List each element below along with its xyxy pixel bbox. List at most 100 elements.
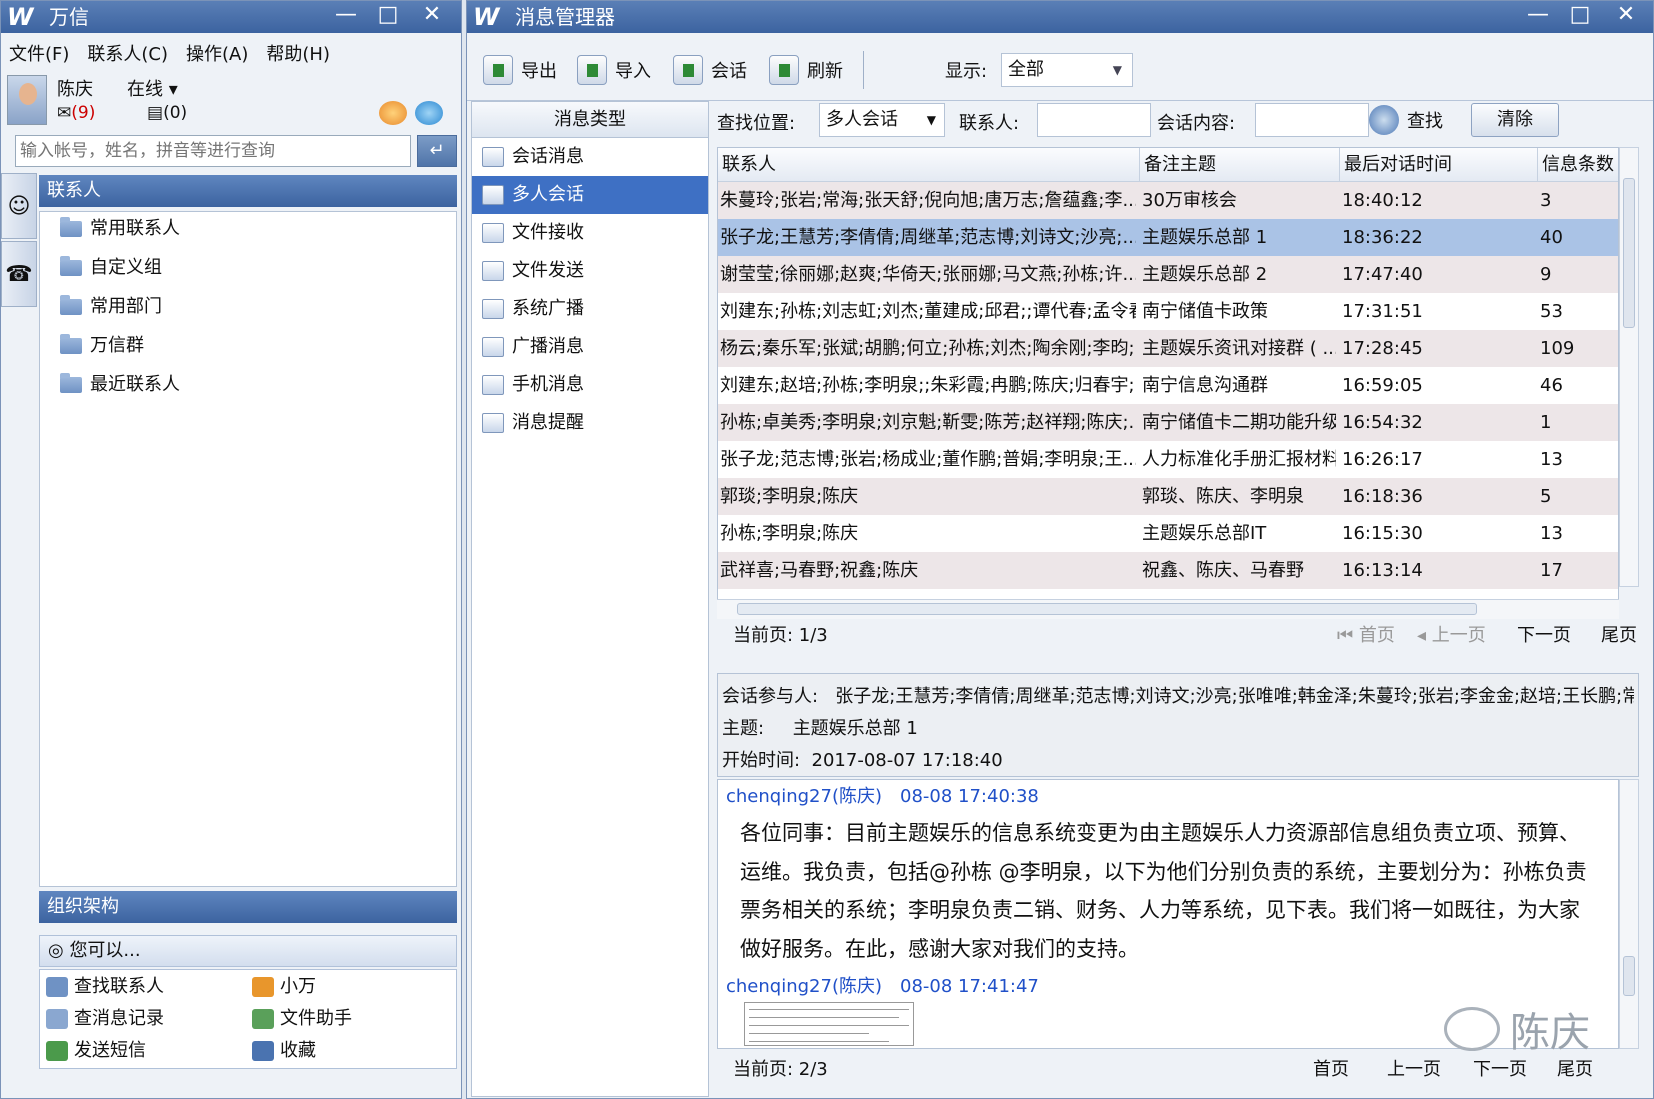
- you-can-header[interactable]: ◎ 您可以...: [39, 935, 457, 967]
- scroll-thumb[interactable]: [1623, 178, 1635, 328]
- location-select[interactable]: 多人会话 ▼: [819, 103, 945, 137]
- last-page-link[interactable]: 尾页: [1601, 621, 1637, 651]
- table-row[interactable]: 武祥喜;马春野;祝鑫;陈庆 祝鑫、陈庆、马春野 16:13:14 17: [718, 552, 1618, 589]
- type-item[interactable]: 文件接收: [472, 214, 708, 252]
- first-page-label: 首页: [1358, 625, 1395, 646]
- close-icon[interactable]: ✕: [413, 1, 451, 31]
- chat-vertical-scrollbar[interactable]: [1619, 779, 1639, 1049]
- type-item[interactable]: 系统广播: [472, 290, 708, 328]
- phone-tab-icon[interactable]: ☎: [1, 241, 37, 307]
- message-manager-window: W 消息管理器 — □ ✕ 导出 导入 会话 刷新 显示: 全部 ▼ 消息类型 会…: [466, 0, 1654, 1099]
- folder-icon: [60, 256, 82, 276]
- favorites-label: 收藏: [280, 1040, 316, 1061]
- cell-count: 53: [1540, 301, 1563, 322]
- col-last-time[interactable]: 最后对话时间: [1340, 148, 1538, 182]
- mail-count[interactable]: ✉(9): [57, 103, 95, 123]
- table-row[interactable]: 郭琰;李明泉;陈庆 郭琰、陈庆、李明泉 16:18:36 5: [718, 478, 1618, 515]
- import-button[interactable]: 导入: [577, 53, 651, 87]
- last-page-link[interactable]: 尾页: [1557, 1055, 1593, 1085]
- contact-search-input[interactable]: [15, 135, 411, 167]
- table-row[interactable]: 孙栋;李明泉;陈庆 主题娱乐总部IT 16:15:30 13: [718, 515, 1618, 552]
- table-row[interactable]: 刘建东;孙栋;刘志虹;刘杰;董建成;邱君;;谭代春;孟令春. 南宁储值卡政策 17:…: [718, 293, 1618, 330]
- col-contact[interactable]: 联系人: [718, 148, 1140, 182]
- grid-horizontal-scrollbar[interactable]: [717, 599, 1619, 619]
- you-can-label: 您可以...: [69, 940, 141, 961]
- type-item-selected[interactable]: 多人会话: [472, 176, 708, 214]
- next-page-link[interactable]: 下一页: [1517, 621, 1571, 651]
- tree-item[interactable]: 自定义组: [60, 253, 162, 283]
- phone-icon[interactable]: [415, 101, 443, 125]
- tree-item[interactable]: 常用联系人: [60, 214, 180, 244]
- send-sms-button[interactable]: 发送短信: [46, 1036, 146, 1066]
- image-line: [749, 1025, 909, 1026]
- type-item[interactable]: 会话消息: [472, 138, 708, 176]
- maximize-icon[interactable]: □: [1561, 1, 1599, 31]
- session-button[interactable]: 会话: [673, 53, 747, 87]
- start-time-line: 开始时间: 2017-08-07 17:18:40: [722, 746, 1003, 772]
- grid-vertical-scrollbar[interactable]: [1619, 147, 1639, 587]
- tree-item[interactable]: 最近联系人: [60, 370, 180, 400]
- user-name: 陈庆: [57, 79, 93, 100]
- menu-file[interactable]: 文件(F): [9, 40, 69, 66]
- contacts-tab-icon[interactable]: ☺: [1, 173, 37, 239]
- favorites-button[interactable]: 收藏: [252, 1036, 316, 1066]
- cell-contacts: 杨云;秦乐军;张斌;胡鹏;何立;孙栋;刘杰;陶余刚;李昀;...: [720, 338, 1136, 359]
- close-icon[interactable]: ✕: [1607, 1, 1645, 31]
- minimize-icon[interactable]: —: [1519, 1, 1557, 31]
- refresh-button[interactable]: 刷新: [769, 53, 843, 87]
- table-row[interactable]: 朱蔓玲;张岩;常海;张天舒;倪向旭;唐万志;詹蕴鑫;李... 30万审核会 18:4…: [718, 182, 1618, 219]
- menu-actions[interactable]: 操作(A): [186, 40, 248, 66]
- avatar[interactable]: [7, 75, 47, 125]
- minimize-icon[interactable]: —: [327, 1, 365, 31]
- table-row[interactable]: 谢莹莹;徐丽娜;赵爽;华倚天;张丽娜;马文燕;孙栋;许... 主题娱乐总部 2 17…: [718, 256, 1618, 293]
- scroll-thumb[interactable]: [1623, 956, 1635, 996]
- export-button[interactable]: 导出: [483, 53, 557, 87]
- scroll-thumb[interactable]: [737, 603, 1477, 615]
- search-go-button[interactable]: ↵: [417, 135, 457, 167]
- cell-contacts: 孙栋;李明泉;陈庆: [720, 523, 859, 544]
- menu-contacts[interactable]: 联系人(C): [87, 40, 168, 66]
- status-dropdown[interactable]: 在线 ▾: [127, 75, 178, 101]
- table-row[interactable]: 刘建东;赵培;孙栋;李明泉;;朱彩霞;冉鹏;陈庆;归春宇;... 南宁信息沟通群 1…: [718, 367, 1618, 404]
- first-page-link[interactable]: 首页: [1313, 1055, 1349, 1085]
- type-item[interactable]: 消息提醒: [472, 404, 708, 442]
- col-count[interactable]: 信息条数: [1538, 148, 1618, 182]
- type-item[interactable]: 广播消息: [472, 328, 708, 366]
- table-row[interactable]: 孙栋;卓美秀;李明泉;刘京魁;靳雯;陈芳;赵祥翔;陈庆;... 南宁储值卡二期功能…: [718, 404, 1618, 441]
- xiaowan-button[interactable]: 小万: [252, 972, 316, 1002]
- maximize-icon[interactable]: □: [369, 1, 407, 31]
- first-page-link[interactable]: ⏮ 首页: [1337, 621, 1395, 651]
- find-button[interactable]: 查找: [1369, 103, 1443, 137]
- next-page-link[interactable]: 下一页: [1473, 1055, 1527, 1085]
- prev-page-link[interactable]: 上一页: [1387, 1055, 1441, 1085]
- contacts-header[interactable]: 联系人: [39, 175, 457, 207]
- find-contact-button[interactable]: 查找联系人: [46, 972, 164, 1002]
- type-label: 系统广播: [512, 298, 584, 319]
- type-item[interactable]: 文件发送: [472, 252, 708, 290]
- contact-search: ↵: [11, 135, 457, 167]
- table-row[interactable]: 张子龙;王慧芳;李倩倩;周继革;范志博;刘诗文;沙亮;... 主题娱乐总部 1 18…: [718, 219, 1618, 256]
- table-row[interactable]: 杨云;秦乐军;张斌;胡鹏;何立;孙栋;刘杰;陶余刚;李昀;... 主题娱乐资讯对接…: [718, 330, 1618, 367]
- cell-last-time: 16:13:14: [1342, 560, 1423, 581]
- col-subject[interactable]: 备注主题: [1140, 148, 1340, 182]
- menu-help[interactable]: 帮助(H): [266, 40, 330, 66]
- table-row[interactable]: 张子龙;范志博;张岩;杨成业;董作鹏;普娟;李明泉;王... 人力标准化手册汇报材…: [718, 441, 1618, 478]
- clear-button[interactable]: 清除: [1471, 103, 1559, 137]
- folder-icon: [60, 334, 82, 354]
- tree-item[interactable]: 万信群: [60, 331, 144, 361]
- show-select[interactable]: 全部 ▼: [1001, 53, 1133, 87]
- prev-page-link[interactable]: ◂ 上一页: [1417, 621, 1486, 651]
- org-header[interactable]: 组织架构: [39, 891, 457, 923]
- message-sender[interactable]: chenqing27(陈庆): [726, 786, 882, 807]
- message-sender[interactable]: chenqing27(陈庆): [726, 976, 882, 997]
- content-input[interactable]: [1255, 103, 1369, 137]
- sms-count[interactable]: ▤(0): [147, 103, 187, 123]
- file-helper-button[interactable]: 文件助手: [252, 1004, 352, 1034]
- message-history-button[interactable]: 查消息记录: [46, 1004, 164, 1034]
- contact-input[interactable]: [1037, 103, 1151, 137]
- assistant-icon[interactable]: [379, 101, 407, 125]
- tree-item[interactable]: 常用部门: [60, 292, 162, 322]
- type-item[interactable]: 手机消息: [472, 366, 708, 404]
- attachment-image[interactable]: [744, 1002, 914, 1046]
- grid-pager: 当前页: 1/3 ⏮ 首页 ◂ 上一页 下一页 尾页: [717, 621, 1639, 651]
